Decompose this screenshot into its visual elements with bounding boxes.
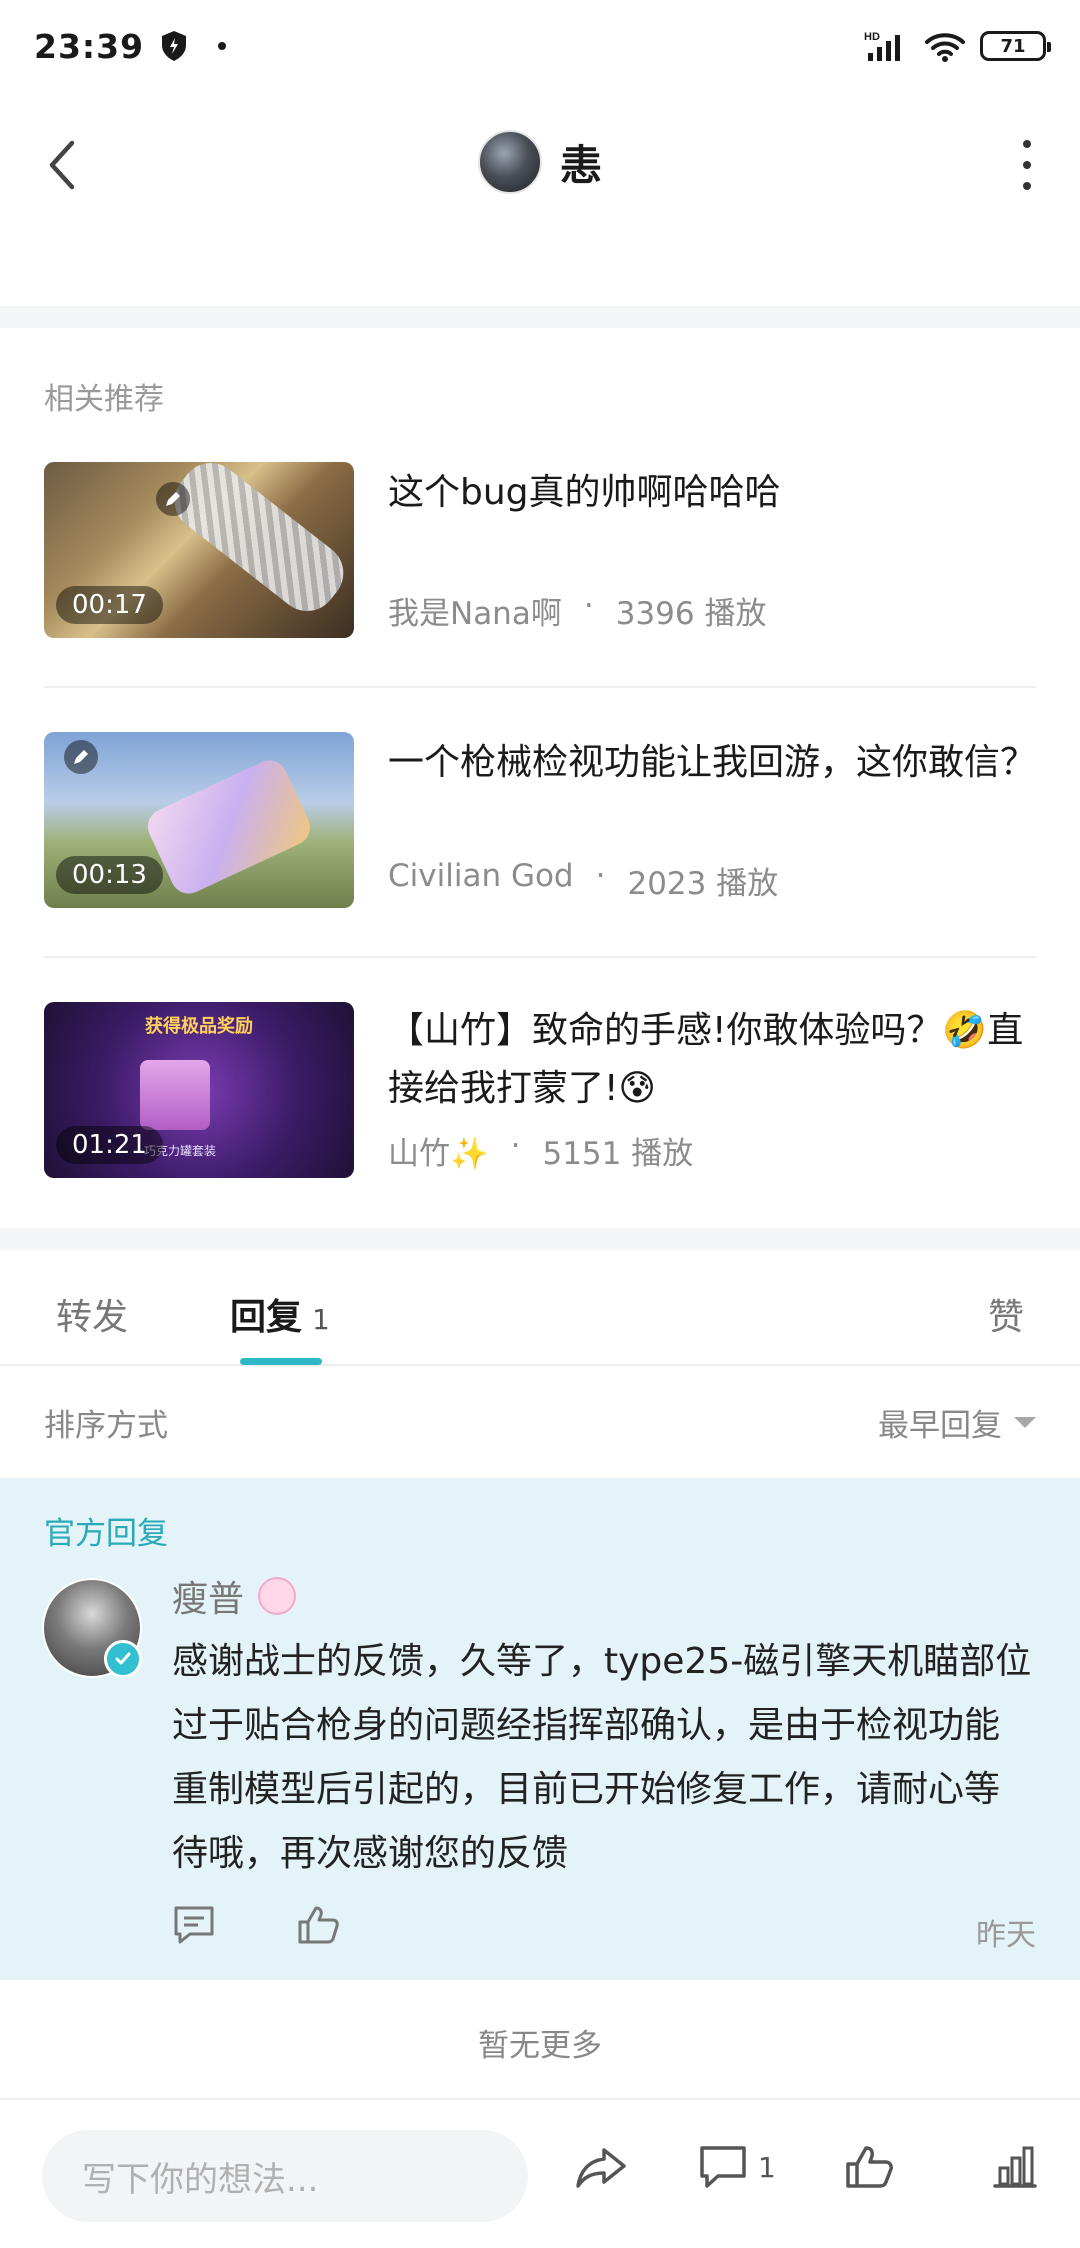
reply-text: 感谢战士的反馈，久等了，type25-磁引擎天机瞄部位过于贴合枪身的问题经指挥部… xyxy=(172,1641,1032,1874)
sort-label: 排序方式 xyxy=(44,1407,168,1444)
header-user[interactable]: 恚 xyxy=(0,130,1080,194)
tab-reply-count: 1 xyxy=(312,1303,330,1336)
battery-indicator: 71 xyxy=(980,31,1051,61)
verified-check-icon xyxy=(104,1640,142,1678)
video-author: Civilian God xyxy=(388,858,574,894)
video-author: 山竹✨ xyxy=(388,1136,489,1172)
thumbs-up-icon[interactable] xyxy=(296,1904,340,1946)
official-reply: 官方回复 瘦普 感谢战士的反馈，久等了，type25-磁引擎天机瞄部位过于贴合枪… xyxy=(0,1478,1080,1980)
no-more-text: 暂无更多 xyxy=(478,2028,602,2064)
video-thumbnail[interactable]: 00:17 xyxy=(44,462,354,638)
meta-separator: · xyxy=(510,1128,521,1164)
edit-icon xyxy=(64,740,98,774)
section-divider xyxy=(0,306,1080,328)
more-dot-icon xyxy=(1023,182,1031,190)
status-right: HD 71 xyxy=(864,29,1051,63)
more-options-button[interactable] xyxy=(1012,140,1042,190)
related-section-title: 相关推荐 xyxy=(44,382,164,417)
status-time: 23:39 xyxy=(34,26,145,66)
notification-dot xyxy=(218,42,227,50)
video-plays: 2023 播放 xyxy=(627,866,779,902)
status-bar: 23:39 HD 71 xyxy=(0,0,1080,92)
section-divider xyxy=(0,1228,1080,1250)
shield-icon xyxy=(162,31,187,61)
comment-tabs: 转发 回复 1 赞 xyxy=(0,1250,1080,1366)
reply-actions xyxy=(172,1904,340,1946)
sort-value: 最早回复 xyxy=(878,1407,1002,1444)
reply-user[interactable]: 瘦普 xyxy=(172,1570,297,1622)
video-duration: 01:21 xyxy=(56,1126,163,1164)
video-info: 这个bug真的帅啊哈哈哈 我是Nana啊 · 3396 播放 xyxy=(388,462,1036,638)
tab-like[interactable]: 赞 xyxy=(988,1288,1024,1340)
video-duration: 00:13 xyxy=(56,856,163,894)
reply-username: 瘦普 xyxy=(172,1579,245,1620)
video-thumbnail[interactable]: 获得极品奖励 巧克力罐套装 01:21 xyxy=(44,1002,354,1178)
related-video-item[interactable]: 获得极品奖励 巧克力罐套装 01:21 【山竹】致命的手感!你敢体验吗？🤣直接给… xyxy=(44,1002,1036,1178)
wifi-icon xyxy=(925,33,965,62)
caret-down-icon xyxy=(1014,1416,1036,1428)
video-title: 一个枪械检视功能让我回游，这你敢信？ xyxy=(388,742,1037,783)
avatar[interactable] xyxy=(477,130,542,194)
comment-icon xyxy=(700,2146,746,2188)
bar-chart-icon xyxy=(993,2146,1037,2188)
related-video-item[interactable]: 00:17 这个bug真的帅啊哈哈哈 我是Nana啊 · 3396 播放 xyxy=(44,462,1036,638)
comment-icon[interactable] xyxy=(172,1904,216,1946)
tab-reply[interactable]: 回复 1 xyxy=(230,1288,330,1340)
tab-forward[interactable]: 转发 xyxy=(56,1288,128,1340)
video-plays: 5151 播放 xyxy=(542,1136,694,1172)
thumbnail-banner-text: 获得极品奖励 xyxy=(145,1016,253,1037)
meta-separator: · xyxy=(595,858,606,894)
video-meta: 山竹✨ · 5151 播放 xyxy=(388,1128,693,1173)
share-button[interactable] xyxy=(574,2144,630,2192)
video-info: 【山竹】致命的手感!你敢体验吗？🤣直接给我打蒙了!😰 山竹✨ · 5151 播放 xyxy=(388,1002,1036,1178)
share-icon xyxy=(576,2148,626,2188)
divider xyxy=(44,956,1036,958)
related-video-item[interactable]: 00:13 一个枪械检视功能让我回游，这你敢信？ Civilian God · … xyxy=(44,732,1036,908)
page-title: 恚 xyxy=(559,140,602,190)
video-author: 我是Nana啊 xyxy=(388,596,562,632)
edit-icon xyxy=(156,482,190,516)
more-dot-icon xyxy=(1023,161,1031,169)
video-meta: Civilian God · 2023 播放 xyxy=(388,858,778,903)
stats-button[interactable] xyxy=(992,2144,1038,2190)
official-reply-label: 官方回复 xyxy=(44,1516,168,1552)
network-label: HD xyxy=(864,31,880,43)
tab-reply-label: 回复 xyxy=(230,1297,303,1338)
video-title: 【山竹】致命的手感!你敢体验吗？🤣直接给我打蒙了!😰 xyxy=(388,1010,1024,1109)
video-title: 这个bug真的帅啊哈哈哈 xyxy=(388,472,781,513)
sort-row: 排序方式 最早回复 xyxy=(0,1366,1080,1478)
video-thumbnail[interactable]: 00:13 xyxy=(44,732,354,908)
video-meta: 我是Nana啊 · 3396 播放 xyxy=(388,588,766,633)
comment-button[interactable]: 1 xyxy=(698,2144,776,2190)
video-duration: 00:17 xyxy=(56,586,163,624)
like-button[interactable] xyxy=(844,2144,894,2190)
more-dot-icon xyxy=(1023,140,1031,148)
meta-separator: · xyxy=(583,588,594,624)
reply-time: 昨天 xyxy=(976,1918,1036,1953)
video-info: 一个枪械检视功能让我回游，这你敢信？ Civilian God · 2023 播… xyxy=(388,732,1036,908)
divider xyxy=(44,686,1036,688)
comment-count: 1 xyxy=(758,2150,776,2184)
bottom-action-bar: 写下你的想法... 1 xyxy=(0,2098,1080,2248)
active-tab-indicator xyxy=(240,1358,322,1365)
comment-input[interactable]: 写下你的想法... xyxy=(42,2130,528,2222)
video-plays: 3396 播放 xyxy=(615,596,767,632)
top-header: 恚 xyxy=(0,100,1080,230)
user-tag-icon xyxy=(258,1577,297,1615)
sort-dropdown[interactable]: 最早回复 xyxy=(878,1400,1036,1445)
battery-level: 71 xyxy=(1000,35,1026,57)
thumbs-up-icon xyxy=(846,2146,893,2188)
signal-icon: HD xyxy=(864,31,900,61)
